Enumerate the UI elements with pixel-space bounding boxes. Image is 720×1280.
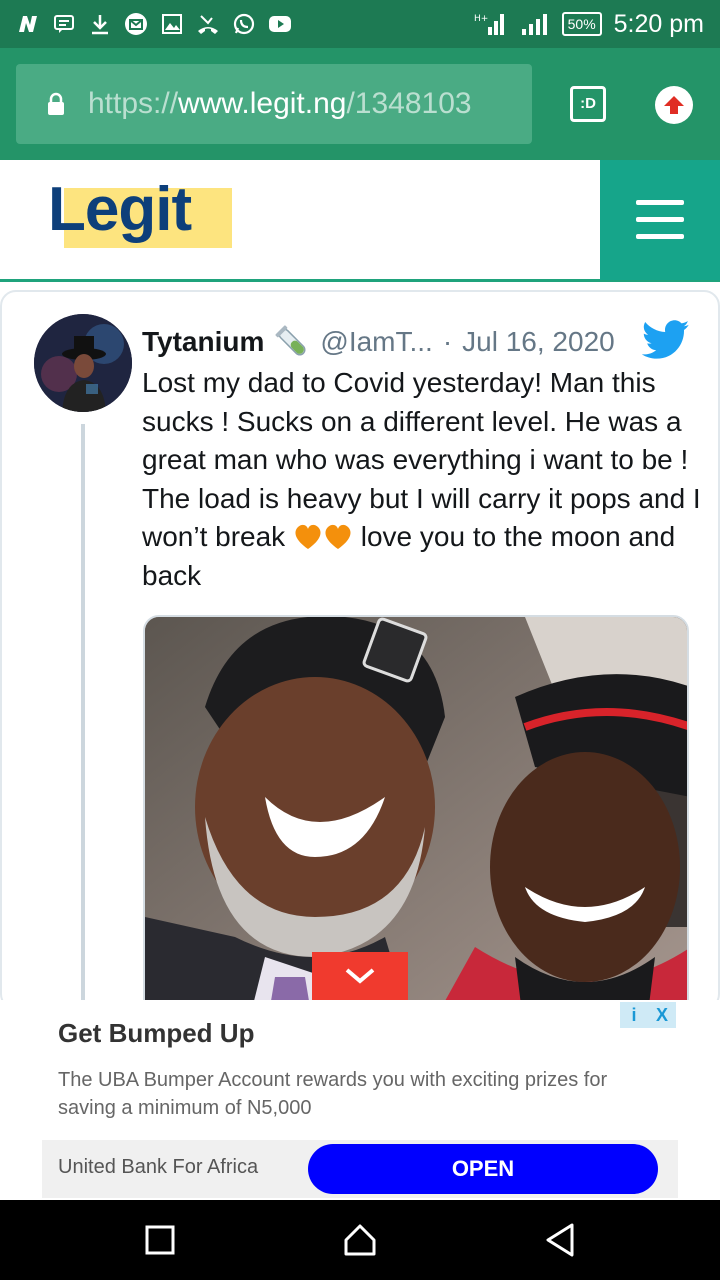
hamburger-icon-bar <box>636 200 684 205</box>
tweet-date[interactable]: Jul 16, 2020 <box>462 326 615 358</box>
collapse-ad-button[interactable] <box>312 952 408 1000</box>
father-son-selfie-image <box>145 617 687 1008</box>
site-logo[interactable]: Legit <box>48 174 192 245</box>
whatsapp-icon <box>233 13 255 35</box>
ad-advertiser: United Bank For Africa <box>58 1156 259 1178</box>
url-text[interactable]: https://www.legit.ng/1348103 <box>88 87 518 121</box>
orange-heart-icon <box>295 524 321 549</box>
url-scheme: https:// <box>88 87 179 120</box>
ad-open-button[interactable]: OPEN <box>308 1144 658 1194</box>
ad-footer: United Bank For Africa OPEN <box>42 1140 678 1198</box>
chevron-down-icon <box>345 968 375 984</box>
ad-banner: i X Get Bumped Up The UBA Bumper Account… <box>0 1000 720 1200</box>
thread-line <box>81 424 85 1008</box>
signal-icon: H+ <box>474 14 504 35</box>
arrow-up-icon <box>664 96 684 114</box>
missed-call-icon <box>198 15 218 34</box>
recents-icon[interactable] <box>140 1220 180 1260</box>
signal-icon-2 <box>521 14 547 35</box>
battery-indicator: 50% <box>561 12 602 36</box>
home-icon[interactable] <box>340 1220 380 1260</box>
ad-description: The UBA Bumper Account rewards you with … <box>58 1069 608 1119</box>
orange-heart-icon <box>325 524 351 549</box>
twitter-bird-icon[interactable] <box>642 320 690 360</box>
image-icon <box>162 14 182 34</box>
url-host: www.legit.ng <box>178 87 347 120</box>
avatar[interactable] <box>34 314 132 412</box>
ad-choices[interactable]: i X <box>620 1002 676 1028</box>
android-nav-bar <box>0 1200 720 1280</box>
site-header: Legit <box>0 160 720 282</box>
separator: · <box>442 326 453 357</box>
tweet-header: Tytanium @IamT... · Jul 16, 2020 <box>142 322 702 362</box>
update-button[interactable] <box>655 86 693 124</box>
ad-close-icon[interactable]: X <box>648 1002 676 1028</box>
ad-title[interactable]: Get Bumped Up <box>58 1018 254 1049</box>
hamburger-icon-bar <box>636 234 684 239</box>
hamburger-icon-bar <box>636 217 684 222</box>
menu-button[interactable] <box>600 160 720 280</box>
browser-toolbar: https://www.legit.ng/1348103 :D <box>0 48 720 160</box>
address-bar[interactable]: https://www.legit.ng/1348103 <box>16 64 532 144</box>
tweet-text: Lost my dad to Covid yesterday! Man this… <box>142 364 702 595</box>
n-icon <box>19 16 37 32</box>
status-bar: H+ 50% 5:20 pm <box>0 0 720 48</box>
lock-icon <box>48 92 64 115</box>
notification-icons <box>16 10 292 38</box>
ad-card[interactable]: i X Get Bumped Up The UBA Bumper Account… <box>42 1000 678 1198</box>
embedded-tweet[interactable]: Tytanium @IamT... · Jul 16, 2020 Lost my… <box>0 290 720 1010</box>
clock: 5:20 pm <box>613 9 704 38</box>
author-name[interactable]: Tytanium <box>142 326 264 358</box>
mail-icon <box>125 13 147 35</box>
download-icon <box>92 15 108 35</box>
message-icon <box>54 15 74 33</box>
test-tube-emoji-icon <box>275 325 306 356</box>
back-icon[interactable] <box>540 1220 580 1260</box>
ad-info-icon[interactable]: i <box>620 1002 648 1028</box>
url-path: /1348103 <box>346 87 472 120</box>
avatar-image <box>34 314 132 412</box>
tweet-photo[interactable] <box>143 615 689 1008</box>
author-handle[interactable]: @IamT... <box>320 326 432 358</box>
tabs-button[interactable]: :D <box>570 86 606 122</box>
svg-text:H+: H+ <box>474 14 488 24</box>
system-indicators: H+ 50% 5:20 pm <box>474 8 704 40</box>
youtube-icon <box>269 16 291 32</box>
